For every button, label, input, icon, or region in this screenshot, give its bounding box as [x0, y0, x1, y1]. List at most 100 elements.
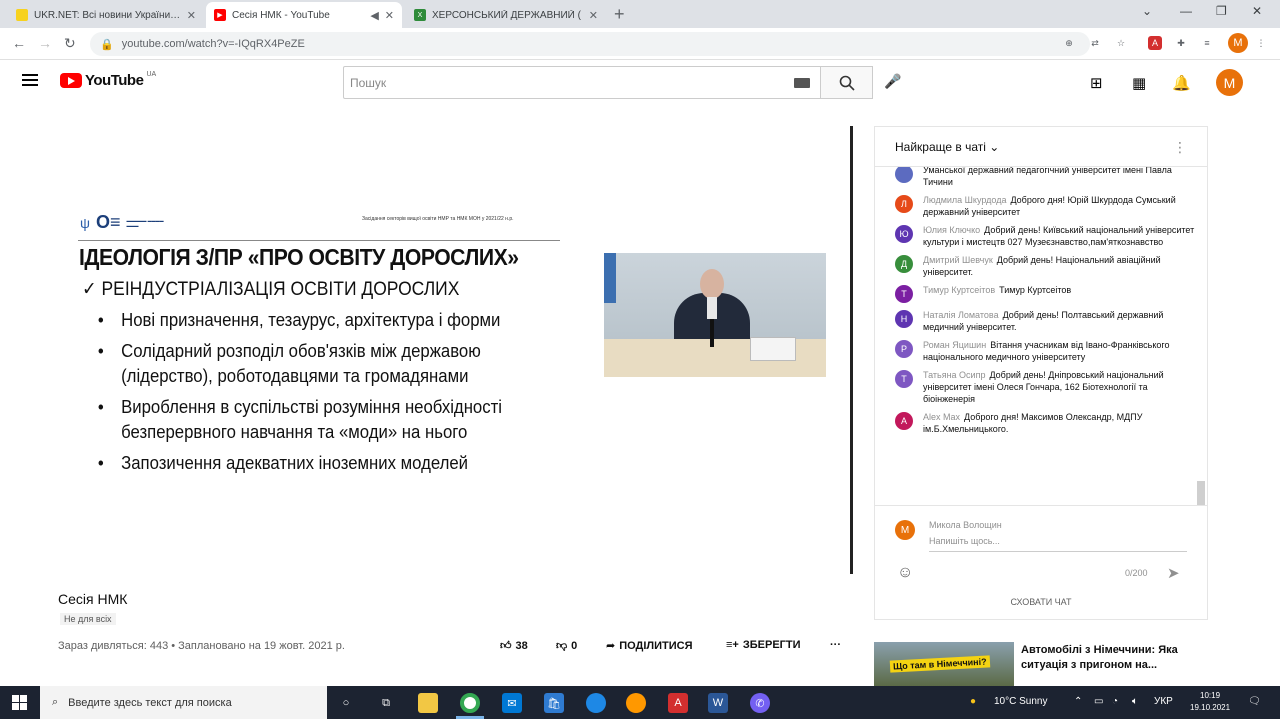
- close-icon[interactable]: ✕: [187, 9, 196, 22]
- taskbar-search-input[interactable]: ⌕ Введите здесь текст для поиска: [40, 686, 327, 719]
- avatar[interactable]: М: [1216, 69, 1243, 96]
- dislike-button[interactable]: 👎︎ 0: [556, 639, 577, 653]
- chat-message: Д Дмитрий Шевчук Добрий день! Національни…: [875, 251, 1197, 281]
- like-button[interactable]: 👍︎ 38: [500, 639, 528, 653]
- maximize-button[interactable]: ❐: [1216, 4, 1227, 18]
- microphone-icon[interactable]: 🎤: [884, 73, 901, 90]
- recommended-thumbnail[interactable]: Що там в Німеччині?: [874, 642, 1014, 686]
- minimize-button[interactable]: —: [1180, 4, 1192, 18]
- pdf-extension-icon[interactable]: A: [1148, 36, 1162, 50]
- task-view-icon[interactable]: ⧉: [376, 693, 396, 713]
- slide-bullet-list: Нові призначення, тезаурус, архітектура …: [96, 308, 566, 482]
- install-app-icon[interactable]: ⊕: [1062, 36, 1076, 50]
- country-code: UA: [146, 71, 157, 78]
- search-input[interactable]: Пошук: [343, 66, 821, 99]
- reading-list-icon[interactable]: ≡: [1200, 36, 1214, 50]
- chat-menu-icon[interactable]: ⋮: [1173, 139, 1187, 156]
- chat-message: Уманської державний педагогічний універс…: [875, 167, 1197, 191]
- chat-scrollbar[interactable]: [1197, 481, 1205, 505]
- chat-message: Т Тимур Куртсеітов Тимур Куртсеітов: [875, 281, 1197, 306]
- chat-message-input[interactable]: Напишіть щось...: [929, 536, 1187, 552]
- chat-input-area: М Микола Волощин Напишіть щось... ☺ 0/20…: [875, 505, 1207, 595]
- apps-grid-icon[interactable]: ▦: [1132, 74, 1146, 92]
- chevron-down-icon: ⌄: [989, 139, 1000, 154]
- chat-author[interactable]: Людмила Шкурдода: [923, 195, 1006, 205]
- emoji-icon[interactable]: ☺: [897, 564, 913, 582]
- translate-icon[interactable]: ⇄: [1088, 36, 1102, 50]
- new-tab-button[interactable]: +: [614, 4, 625, 25]
- reload-icon[interactable]: ↻: [64, 35, 76, 52]
- weather-icon[interactable]: ●: [970, 696, 976, 707]
- hide-chat-button[interactable]: СХОВАТИ ЧАТ: [875, 597, 1207, 607]
- search-button[interactable]: [821, 66, 873, 99]
- firefox-icon[interactable]: [626, 693, 646, 713]
- network-icon[interactable]: ◔: [1112, 696, 1118, 707]
- file-explorer-icon[interactable]: [418, 693, 438, 713]
- create-video-icon[interactable]: ⊞: [1090, 74, 1103, 92]
- store-icon[interactable]: 🛍: [544, 693, 564, 713]
- tab-search-icon[interactable]: ⌄: [1142, 4, 1152, 18]
- browser-profile-avatar[interactable]: М: [1228, 33, 1248, 53]
- close-window-button[interactable]: ✕: [1252, 4, 1262, 18]
- tab-ukrnet[interactable]: UKR.NET: Всі новини України, о ✕: [8, 2, 204, 28]
- chat-author[interactable]: Alex Max: [923, 412, 960, 422]
- mail-icon[interactable]: ✉: [502, 693, 522, 713]
- chat-author[interactable]: Тимур Куртсеітов: [923, 285, 995, 295]
- extensions-puzzle-icon[interactable]: ✚: [1174, 36, 1188, 50]
- chat-message-list[interactable]: Уманської державний педагогічний універс…: [875, 167, 1197, 505]
- battery-icon[interactable]: ▭: [1094, 696, 1103, 707]
- back-icon[interactable]: ←: [12, 35, 26, 51]
- weather-text[interactable]: 10°C Sunny: [994, 696, 1047, 707]
- browser-toolbar: ← → ↻ 🔒 youtube.com/watch?v=-IQqRX4PeZE …: [0, 28, 1280, 60]
- word-icon[interactable]: W: [708, 693, 728, 713]
- slide-subtitle: ✓ РЕІНДУСТРІАЛІЗАЦІЯ ОСВІТИ ДОРОСЛИХ: [82, 279, 460, 300]
- notifications-icon[interactable]: 🗨︎: [1248, 696, 1261, 707]
- browser-tab-strip: UKR.NET: Всі новини України, о ✕ ▶ Сесія…: [0, 0, 1280, 28]
- slide-divider: [78, 240, 560, 241]
- menu-icon[interactable]: [22, 74, 38, 86]
- more-actions-icon[interactable]: ···: [830, 639, 841, 651]
- clock-date: 19.10.2021: [1190, 703, 1231, 712]
- tab-youtube[interactable]: ▶ Сесія НМК - YouTube ◀ ✕: [206, 2, 402, 28]
- audio-icon[interactable]: ◀: [370, 9, 378, 22]
- address-bar[interactable]: 🔒 youtube.com/watch?v=-IQqRX4PeZE: [90, 32, 1090, 56]
- chat-author[interactable]: Наталія Ломатова: [923, 310, 999, 320]
- chat-author[interactable]: Юлия Ключко: [923, 225, 980, 235]
- recommended-title[interactable]: Автомобілі з Німеччини: Яка ситуація з п…: [1021, 643, 1191, 673]
- volume-icon[interactable]: 🔈︎: [1132, 696, 1138, 707]
- browser-menu-icon[interactable]: ⋮: [1254, 36, 1268, 50]
- slide-bullet: Нові призначення, тезаурус, архітектура …: [96, 308, 533, 333]
- close-icon[interactable]: ✕: [385, 9, 394, 22]
- thumbs-down-icon: 👎︎: [556, 640, 568, 652]
- slide-title: ІДЕОЛОГІЯ З/ПР «ПРО ОСВІТУ ДОРОСЛИХ»: [79, 244, 519, 270]
- save-button[interactable]: ≡+ ЗБЕРЕГТИ: [726, 639, 801, 651]
- share-button[interactable]: ➦ ПОДІЛИТИСЯ: [606, 639, 693, 653]
- audience-badge: Не для всіх: [60, 613, 116, 625]
- chrome-icon[interactable]: [460, 693, 480, 713]
- ministry-logo-icon: О≡: [95, 212, 121, 232]
- chat-mode-dropdown[interactable]: Найкраще в чаті ⌄: [895, 140, 999, 154]
- forward-icon[interactable]: →: [38, 35, 52, 51]
- chat-author[interactable]: Дмитрий Шевчук: [923, 255, 993, 265]
- thumbs-up-icon: 👍︎: [500, 640, 512, 652]
- acrobat-icon[interactable]: A: [668, 693, 688, 713]
- tray-chevron-icon[interactable]: ⌃: [1074, 696, 1082, 707]
- bookmark-star-icon[interactable]: ☆: [1114, 36, 1128, 50]
- close-icon[interactable]: ✕: [589, 9, 598, 22]
- chat-message: Л Людмила Шкурдода Доброго дня! Юрій Шкур…: [875, 191, 1197, 221]
- tab-kherson[interactable]: Х ХЕРСОНСЬКИЙ ДЕРЖАВНИЙ ( ✕: [406, 2, 606, 28]
- youtube-logo[interactable]: YouTube UA: [60, 71, 157, 89]
- edge-icon[interactable]: [586, 693, 606, 713]
- chat-author[interactable]: Татьяна Осипр: [923, 370, 985, 380]
- system-clock[interactable]: 10:19 19.10.2021: [1190, 690, 1230, 714]
- keyboard-icon[interactable]: [794, 78, 810, 88]
- cortana-icon[interactable]: ○: [336, 693, 356, 713]
- save-label: ЗБЕРЕГТИ: [742, 639, 801, 651]
- chat-message: А Alex Max Доброго дня! Максимов Олександ…: [875, 408, 1197, 438]
- send-icon[interactable]: ➤: [1167, 564, 1180, 582]
- notifications-bell-icon[interactable]: 🔔: [1172, 74, 1191, 92]
- chat-author[interactable]: Роман Яцишин: [923, 340, 986, 350]
- language-indicator[interactable]: УКР: [1154, 696, 1173, 707]
- viber-icon[interactable]: ✆: [750, 693, 770, 713]
- windows-start-icon[interactable]: [12, 695, 27, 710]
